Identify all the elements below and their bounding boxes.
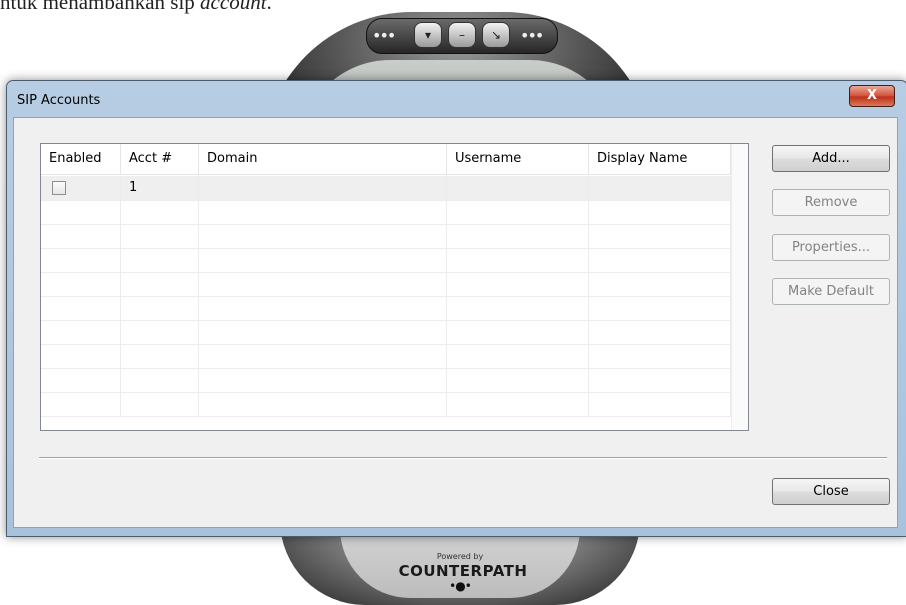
empty-cell	[41, 320, 121, 344]
empty-cell	[199, 392, 447, 416]
table-header: Enabled Acct # Domain Username Display N…	[41, 144, 748, 175]
document-text: ntuk menambahkan sip account.	[0, 0, 272, 16]
empty-row	[41, 368, 748, 393]
empty-cell	[121, 320, 199, 344]
empty-cell	[199, 224, 447, 248]
empty-cell	[447, 296, 589, 320]
column-header-display-name[interactable]: Display Name	[589, 144, 731, 174]
counterpath-logo: COUNTERPATH	[398, 562, 528, 580]
empty-cell	[589, 296, 731, 320]
empty-cell	[199, 296, 447, 320]
empty-row	[41, 224, 748, 249]
empty-cell	[121, 200, 199, 224]
empty-cell	[121, 272, 199, 296]
minimize-down-icon[interactable]: ▾	[414, 22, 442, 48]
empty-cell	[121, 248, 199, 272]
document-text-italic: account	[200, 0, 267, 14]
powered-by-label: Powered by	[436, 552, 484, 561]
empty-row	[41, 272, 748, 297]
empty-cell	[121, 296, 199, 320]
divider	[39, 457, 887, 459]
column-header-domain[interactable]: Domain	[199, 144, 447, 174]
empty-cell	[447, 392, 589, 416]
empty-row	[41, 200, 748, 225]
empty-cell	[447, 248, 589, 272]
document-text-prefix: ntuk menambahkan sip	[0, 0, 201, 14]
empty-cell	[447, 272, 589, 296]
empty-cell	[589, 248, 731, 272]
enabled-checkbox[interactable]	[52, 181, 66, 195]
empty-row	[41, 296, 748, 321]
empty-cell	[121, 392, 199, 416]
empty-cell	[41, 296, 121, 320]
table-scrollbar[interactable]	[731, 144, 748, 430]
empty-cell	[447, 224, 589, 248]
empty-cell	[589, 272, 731, 296]
empty-cell	[447, 344, 589, 368]
empty-cell	[121, 344, 199, 368]
table-row[interactable]: 1	[41, 176, 748, 201]
empty-cell	[447, 320, 589, 344]
document-text-suffix: .	[266, 0, 272, 14]
cell-display-name	[589, 176, 731, 200]
empty-cell	[41, 392, 121, 416]
window-close-button[interactable]: X	[849, 85, 895, 107]
empty-cell	[589, 344, 731, 368]
cell-username	[447, 176, 589, 200]
cell-domain	[199, 176, 447, 200]
dots-icon: •••	[520, 26, 544, 45]
cell-enabled	[41, 176, 121, 200]
dots-icon: •••	[372, 26, 396, 45]
column-header-acct[interactable]: Acct #	[121, 144, 199, 174]
empty-cell	[589, 200, 731, 224]
empty-cell	[589, 392, 731, 416]
empty-cell	[121, 368, 199, 392]
cell-acct: 1	[121, 176, 199, 200]
window-title: SIP Accounts	[17, 93, 101, 108]
empty-row	[41, 344, 748, 369]
empty-row	[41, 320, 748, 345]
make-default-button[interactable]: Make Default	[772, 278, 890, 305]
empty-cell	[41, 248, 121, 272]
dock-icon[interactable]: ↘	[482, 22, 510, 48]
empty-cell	[199, 200, 447, 224]
column-header-enabled[interactable]: Enabled	[41, 144, 121, 174]
minus-icon[interactable]: –	[448, 22, 476, 48]
close-button[interactable]: Close	[772, 478, 890, 505]
properties-button[interactable]: Properties...	[772, 234, 890, 261]
empty-cell	[589, 224, 731, 248]
empty-row	[41, 392, 748, 417]
empty-cell	[41, 368, 121, 392]
empty-cell	[589, 368, 731, 392]
accounts-table[interactable]: Enabled Acct # Domain Username Display N…	[40, 143, 749, 431]
empty-cell	[199, 344, 447, 368]
empty-cell	[447, 200, 589, 224]
empty-cell	[199, 248, 447, 272]
column-header-username[interactable]: Username	[447, 144, 589, 174]
remove-button[interactable]: Remove	[772, 189, 890, 216]
empty-cell	[41, 200, 121, 224]
empty-cell	[199, 320, 447, 344]
empty-cell	[41, 344, 121, 368]
empty-cell	[199, 272, 447, 296]
empty-row	[41, 248, 748, 273]
logo-dots-icon: •●•	[449, 579, 472, 593]
empty-cell	[41, 224, 121, 248]
empty-cell	[199, 368, 447, 392]
empty-cell	[41, 272, 121, 296]
empty-cell	[589, 320, 731, 344]
add-button[interactable]: Add...	[772, 145, 890, 172]
empty-cell	[121, 224, 199, 248]
empty-cell	[447, 368, 589, 392]
